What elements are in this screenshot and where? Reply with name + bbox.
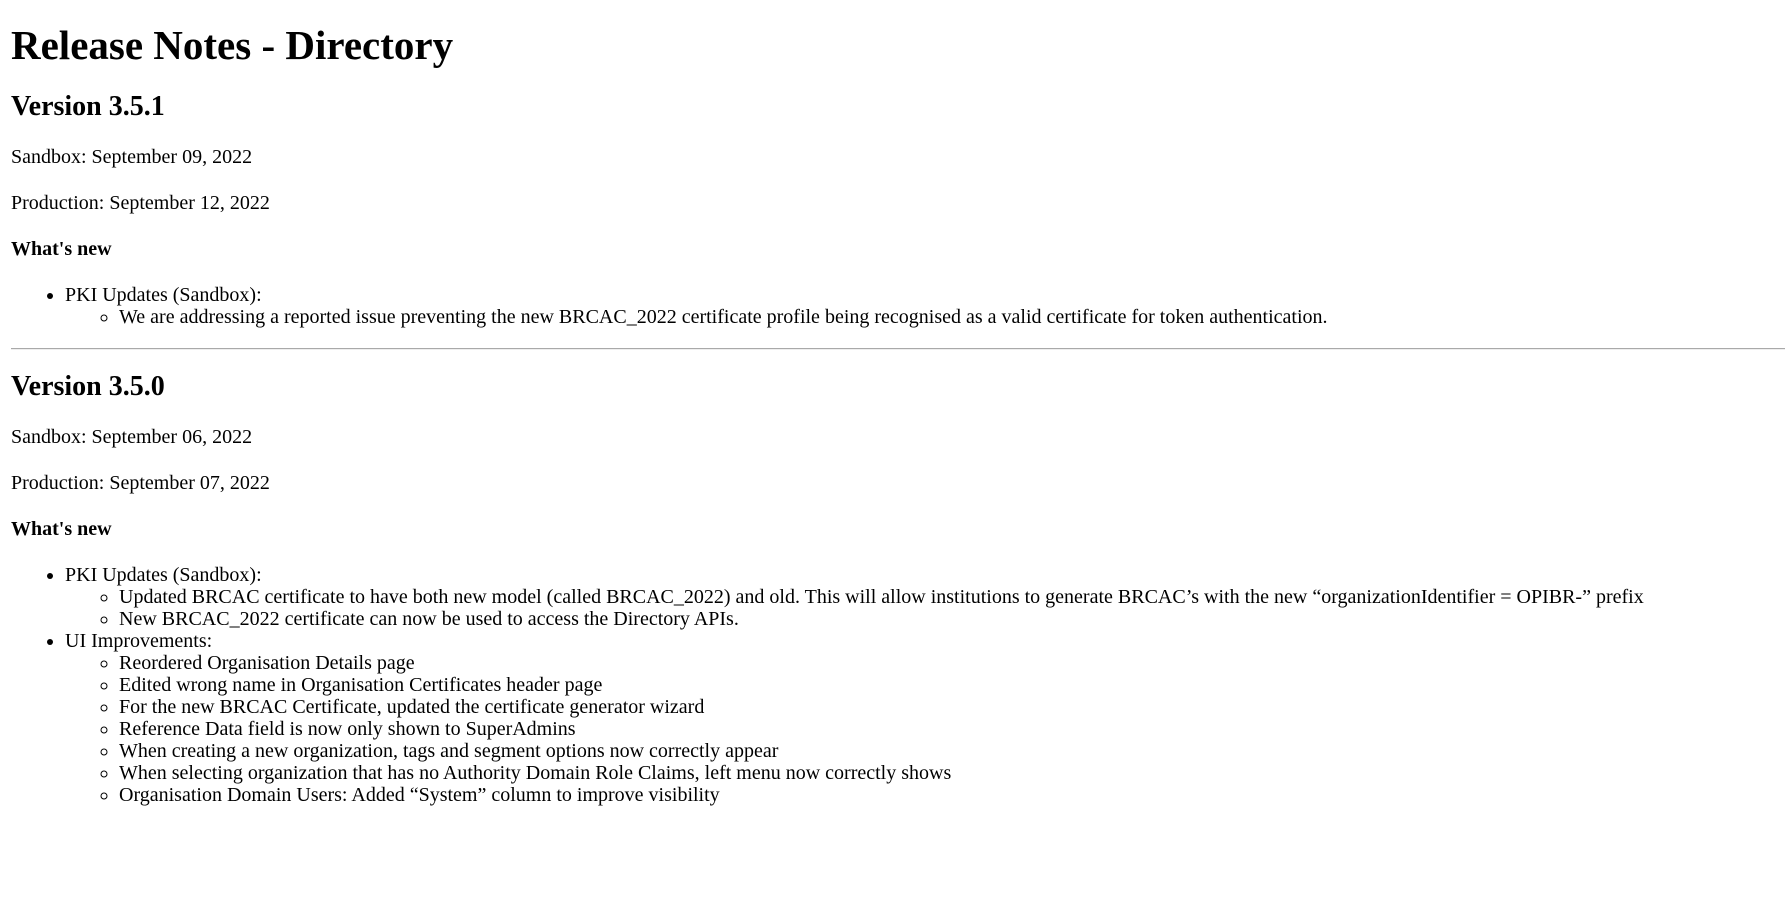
sub-list-item: Reordered Organisation Details page bbox=[119, 652, 1785, 674]
list-item-label: PKI Updates (Sandbox): bbox=[65, 564, 262, 586]
version-heading: Version 3.5.1 bbox=[11, 91, 165, 122]
sub-list-item: New BRCAC_2022 certificate can now be us… bbox=[119, 608, 1785, 630]
whats-new-heading: What's new bbox=[11, 518, 112, 540]
sub-list: We are addressing a reported issue preve… bbox=[65, 306, 1785, 328]
list-item: PKI Updates (Sandbox): Updated BRCAC cer… bbox=[65, 564, 1785, 630]
change-list: PKI Updates (Sandbox): We are addressing… bbox=[11, 284, 1785, 328]
section-divider bbox=[11, 348, 1785, 350]
sub-list-item: For the new BRCAC Certificate, updated t… bbox=[119, 696, 1785, 718]
sub-list-item: When creating a new organization, tags a… bbox=[119, 740, 1785, 762]
sub-list: Updated BRCAC certificate to have both n… bbox=[65, 586, 1785, 630]
list-item-label: PKI Updates (Sandbox): bbox=[65, 284, 262, 306]
list-item: UI Improvements: Reordered Organisation … bbox=[65, 630, 1785, 806]
change-list: PKI Updates (Sandbox): Updated BRCAC cer… bbox=[11, 564, 1785, 806]
sub-list-item: When selecting organization that has no … bbox=[119, 762, 1785, 784]
sandbox-date: Sandbox: September 09, 2022 bbox=[11, 146, 253, 168]
document: Release Notes - Directory Version 3.5.1 … bbox=[0, 22, 1785, 806]
whats-new-heading: What's new bbox=[11, 238, 112, 260]
sub-list-item: Edited wrong name in Organisation Certif… bbox=[119, 674, 1785, 696]
page-title: Release Notes - Directory bbox=[11, 22, 454, 68]
production-date: Production: September 07, 2022 bbox=[11, 472, 270, 494]
release-3-5-0: Version 3.5.0 Sandbox: September 06, 202… bbox=[11, 371, 1785, 806]
production-date: Production: September 12, 2022 bbox=[11, 192, 270, 214]
sandbox-date: Sandbox: September 06, 2022 bbox=[11, 426, 253, 448]
sub-list: Reordered Organisation Details page Edit… bbox=[65, 652, 1785, 806]
list-item-label: UI Improvements: bbox=[65, 630, 213, 652]
sub-list-item: Organisation Domain Users: Added “System… bbox=[119, 784, 1785, 806]
sub-list-item: Reference Data field is now only shown t… bbox=[119, 718, 1785, 740]
sub-list-item: Updated BRCAC certificate to have both n… bbox=[119, 586, 1785, 608]
release-3-5-1: Version 3.5.1 Sandbox: September 09, 202… bbox=[11, 91, 1785, 328]
version-heading: Version 3.5.0 bbox=[11, 371, 165, 402]
sub-list-item: We are addressing a reported issue preve… bbox=[119, 306, 1785, 328]
list-item: PKI Updates (Sandbox): We are addressing… bbox=[65, 284, 1785, 328]
